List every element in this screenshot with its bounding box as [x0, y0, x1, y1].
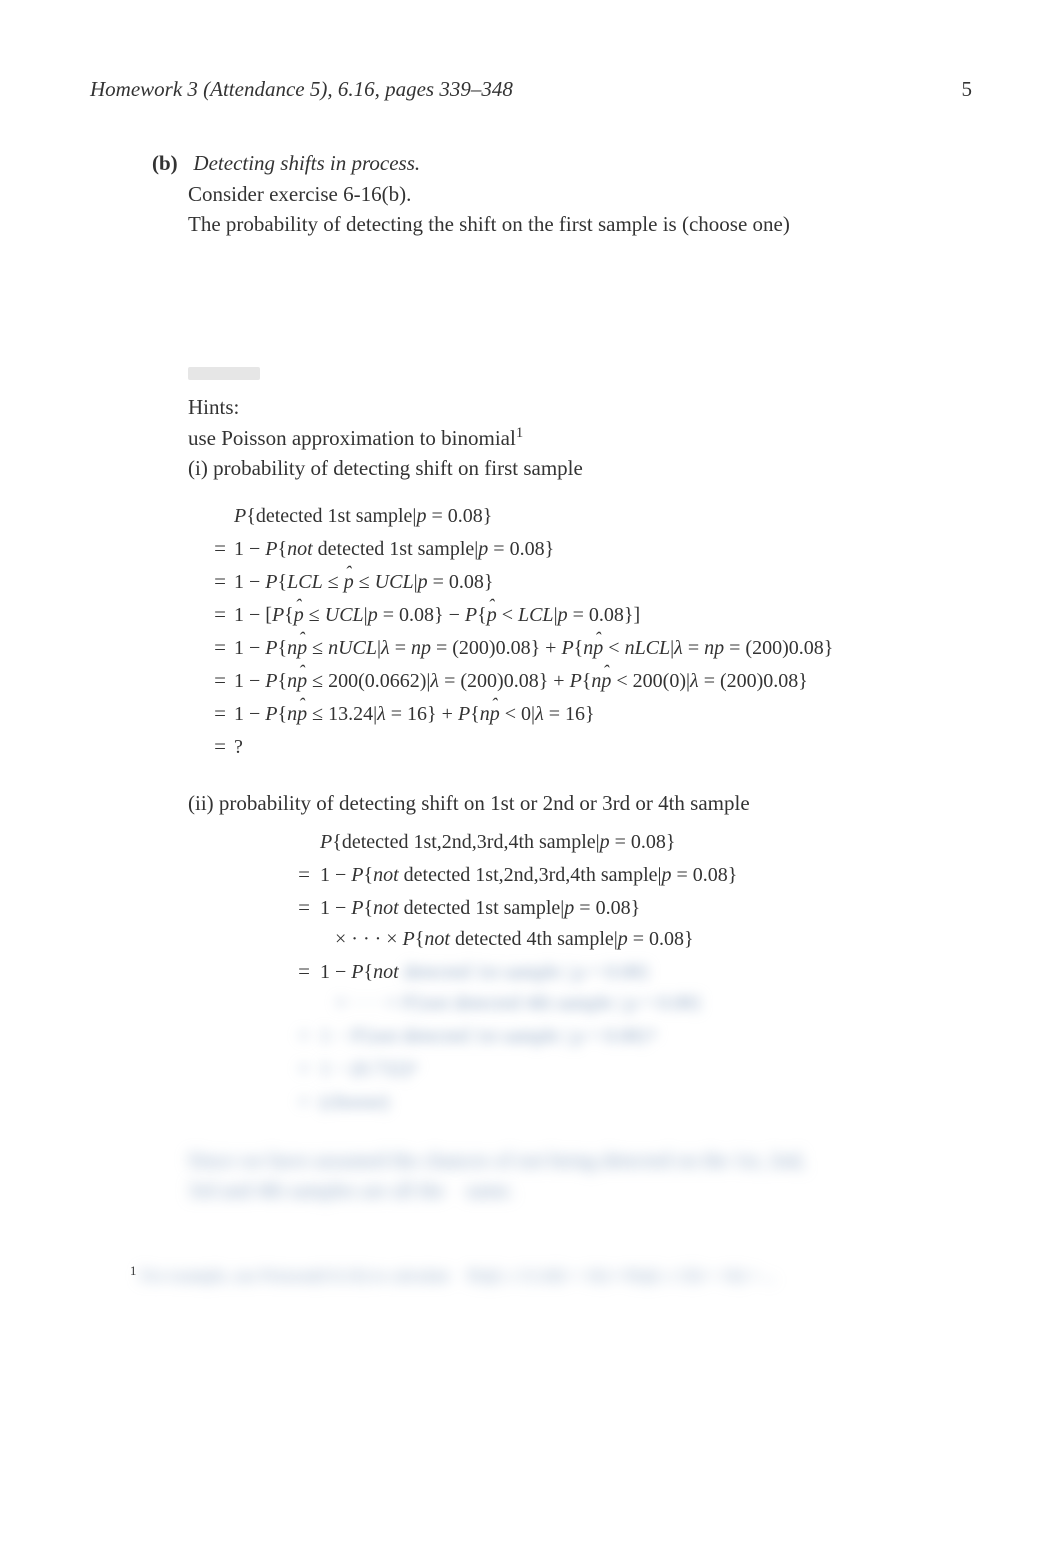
item-body: Consider exercise 6-16(b). The probabili…	[188, 179, 972, 240]
hints-block: Hints: use Poisson approximation to bino…	[188, 360, 972, 484]
blurred-text: × · · · × P{not detected 4th sample | p …	[335, 992, 703, 1014]
math-block-2: P{detected 1st,2nd,3rd,4th sample|p = 0.…	[290, 828, 972, 1117]
blurred-text: 1 − P{not detected 1st sample | p = 0.08…	[320, 1025, 656, 1047]
hints-heading: Hints:	[188, 392, 972, 422]
item-line2: The probability of detecting the shift o…	[188, 209, 972, 239]
hints-line1: use Poisson approximation to binomial1	[188, 423, 972, 453]
hints-line2: (i) probability of detecting shift on fi…	[188, 453, 972, 483]
page-number: 5	[962, 74, 973, 104]
page-content: Homework 3 (Attendance 5), 6.16, pages 3…	[0, 0, 1062, 1349]
section-ii-label: (ii) probability of detecting shift on 1…	[188, 788, 972, 818]
page-header: Homework 3 (Attendance 5), 6.16, pages 3…	[90, 74, 972, 104]
item-title: Detecting shifts in process.	[193, 151, 420, 175]
footnote: 1For example, use Poisson(0.9,16) to cal…	[130, 1262, 972, 1289]
item-label: (b)	[152, 151, 178, 175]
item-b-block: (b) Detecting shifts in process. Conside…	[152, 148, 972, 239]
item-line1: Consider exercise 6-16(b).	[188, 179, 972, 209]
blurred-text: 1 − (0.732)⁴	[320, 1058, 417, 1080]
blurred-text: (choose)	[320, 1091, 389, 1113]
blurred-paragraph: Since we have assumed the chances of not…	[188, 1145, 972, 1206]
blurred-text: detected 1st sample | p = 0.08}	[404, 961, 651, 983]
math-block-1: P{detected 1st sample|p = 0.08} =1 − P{n…	[204, 502, 972, 762]
header-title: Homework 3 (Attendance 5), 6.16, pages 3…	[90, 74, 513, 104]
redacted-bar	[188, 367, 260, 380]
